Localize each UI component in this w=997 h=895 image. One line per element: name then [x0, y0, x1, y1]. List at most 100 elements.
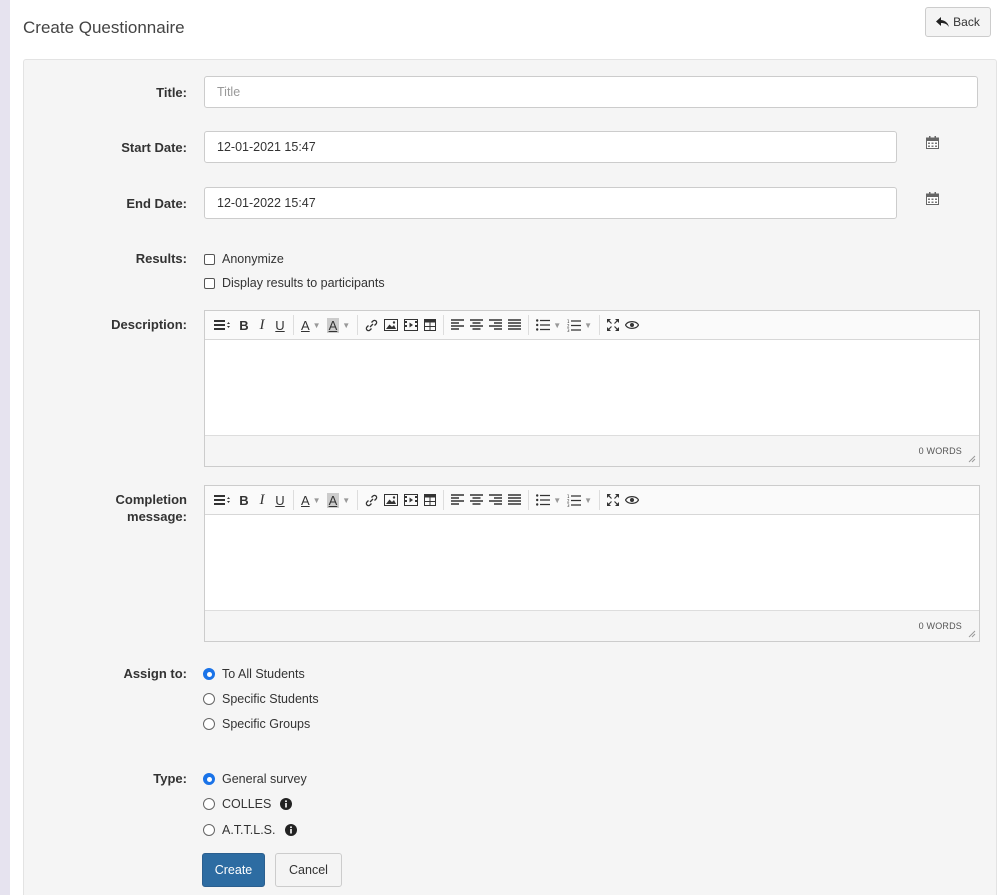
toolbar-separator [293, 490, 294, 510]
toolbar-separator [443, 490, 445, 510]
highlight-color-icon[interactable]: A ▼ [324, 314, 354, 336]
back-button[interactable]: Back [925, 7, 991, 37]
checkbox-box[interactable] [204, 277, 215, 289]
display-results-checkbox[interactable]: Display results to participants [204, 275, 385, 291]
align-justify-icon[interactable] [505, 314, 524, 336]
align-left-icon[interactable] [448, 489, 467, 511]
link-icon[interactable] [362, 489, 381, 511]
results-label: Results: [135, 251, 187, 266]
font-color-icon[interactable]: A ▼ [298, 489, 324, 511]
table-icon[interactable] [421, 314, 439, 336]
assign-all-students-label: To All Students [222, 667, 305, 681]
radio-button[interactable] [203, 773, 215, 785]
align-center-icon[interactable] [467, 314, 486, 336]
numbered-list-icon[interactable]: 1 2 3 ▼ [564, 314, 595, 336]
completion-message-editor: B I U A ▼ A ▼ ▼ 1 2 3 ▼ 0 WORDS [204, 485, 980, 642]
assign-specific-groups-label: Specific Groups [222, 717, 311, 731]
calendar-icon[interactable] [926, 192, 939, 205]
end-date-label: End Date: [126, 196, 187, 211]
preview-eye-icon[interactable] [622, 489, 642, 511]
editor-toolbar: B I U A ▼ A ▼ ▼ 1 2 3 ▼ [205, 486, 979, 515]
fullscreen-icon[interactable] [604, 489, 622, 511]
toolbar-separator [599, 490, 601, 510]
highlight-color-icon[interactable]: A ▼ [324, 489, 354, 511]
reply-arrow-icon [936, 16, 950, 27]
numbered-list-icon[interactable]: 1 2 3 ▼ [564, 489, 595, 511]
bold-icon[interactable]: B [235, 489, 253, 511]
page: Create Questionnaire Back Title: Start D… [10, 0, 997, 895]
svg-text:3: 3 [567, 328, 570, 332]
preview-eye-icon[interactable] [622, 314, 642, 336]
paragraph-format-icon[interactable] [211, 489, 235, 511]
description-label: Description: [111, 317, 187, 332]
cancel-button[interactable]: Cancel [275, 853, 342, 887]
image-icon[interactable] [381, 489, 401, 511]
calendar-icon[interactable] [926, 136, 939, 149]
link-icon[interactable] [362, 314, 381, 336]
toolbar-separator [293, 315, 294, 335]
italic-icon[interactable]: I [253, 489, 271, 511]
align-justify-icon[interactable] [505, 489, 524, 511]
underline-icon[interactable]: U [271, 489, 289, 511]
toolbar-separator [357, 315, 359, 335]
type-label: Type: [153, 771, 187, 786]
align-center-icon[interactable] [467, 489, 486, 511]
description-text-area[interactable] [205, 340, 979, 436]
align-right-icon[interactable] [486, 489, 505, 511]
info-icon[interactable] [280, 798, 293, 810]
type-general-survey-radio[interactable]: General survey [203, 771, 307, 787]
type-attls-radio[interactable]: A.T.T.L.S. [203, 822, 297, 838]
page-title: Create Questionnaire [23, 18, 185, 37]
start-date-label: Start Date: [121, 140, 187, 155]
editor-toolbar: B I U A ▼ A ▼ ▼ 1 2 3 ▼ [205, 311, 979, 340]
radio-button[interactable] [203, 824, 215, 836]
anonymize-checkbox[interactable]: Anonymize [204, 251, 284, 267]
bullet-list-icon[interactable]: ▼ [533, 489, 564, 511]
checkbox-box[interactable] [204, 253, 215, 265]
underline-icon[interactable]: U [271, 314, 289, 336]
back-button-label: Back [953, 15, 980, 29]
toolbar-separator [528, 490, 530, 510]
end-date-input[interactable] [204, 187, 897, 219]
resize-handle-icon[interactable] [968, 630, 976, 638]
bold-icon[interactable]: B [235, 314, 253, 336]
paragraph-format-icon[interactable] [211, 314, 235, 336]
font-color-icon[interactable]: A ▼ [298, 314, 324, 336]
bullet-list-icon[interactable]: ▼ [533, 314, 564, 336]
start-date-input[interactable] [204, 131, 897, 163]
word-count: 0 WORDS [918, 621, 962, 631]
toolbar-separator [599, 315, 601, 335]
word-count: 0 WORDS [918, 446, 962, 456]
title-label: Title: [156, 85, 187, 100]
toolbar-separator [443, 315, 445, 335]
fullscreen-icon[interactable] [604, 314, 622, 336]
type-colles-radio[interactable]: COLLES [203, 796, 293, 812]
video-icon[interactable] [401, 489, 421, 511]
align-left-icon[interactable] [448, 314, 467, 336]
title-input[interactable] [204, 76, 978, 108]
resize-handle-icon[interactable] [968, 455, 976, 463]
radio-button[interactable] [203, 798, 215, 810]
toolbar-separator [528, 315, 530, 335]
completion-text-area[interactable] [205, 515, 979, 611]
assign-all-students-radio[interactable]: To All Students [203, 666, 305, 682]
image-icon[interactable] [381, 314, 401, 336]
type-colles-label: COLLES [222, 797, 272, 811]
type-general-survey-label: General survey [222, 772, 307, 786]
editor-status-bar: 0 WORDS [205, 611, 979, 641]
info-icon[interactable] [284, 824, 297, 836]
align-right-icon[interactable] [486, 314, 505, 336]
video-icon[interactable] [401, 314, 421, 336]
svg-text:3: 3 [567, 503, 570, 507]
radio-button[interactable] [203, 718, 215, 730]
completion-label: Completion message: [37, 491, 188, 525]
create-button[interactable]: Create [202, 853, 265, 887]
radio-button[interactable] [203, 668, 215, 680]
assign-to-label: Assign to: [123, 666, 187, 681]
radio-button[interactable] [203, 693, 215, 705]
italic-icon[interactable]: I [253, 314, 271, 336]
assign-specific-groups-radio[interactable]: Specific Groups [203, 716, 310, 732]
type-attls-label: A.T.T.L.S. [222, 823, 276, 837]
table-icon[interactable] [421, 489, 439, 511]
assign-specific-students-radio[interactable]: Specific Students [203, 691, 319, 707]
